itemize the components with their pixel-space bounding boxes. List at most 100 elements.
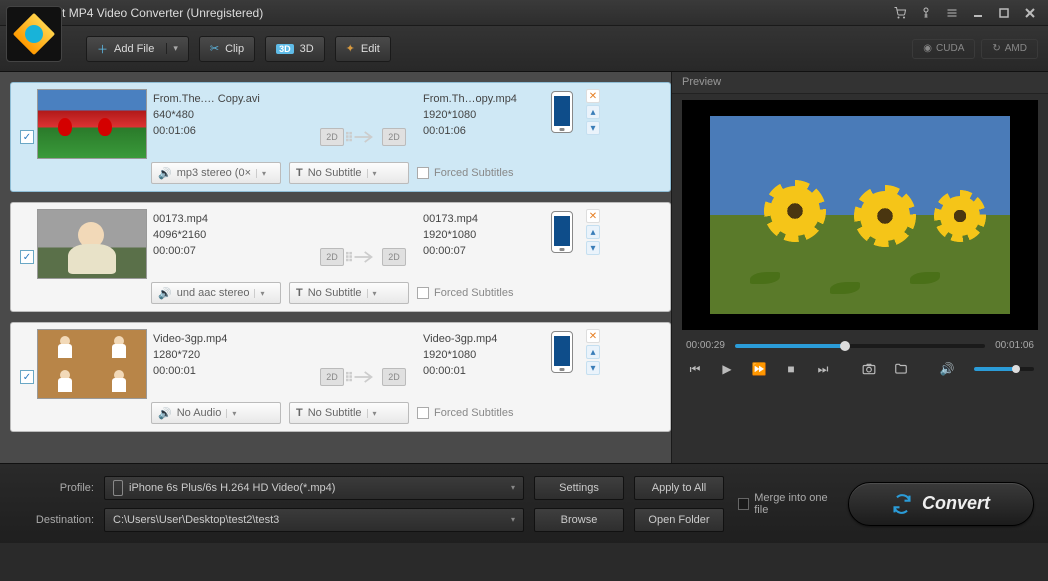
remove-item-button[interactable]: ✕ [586,209,600,223]
clip-button[interactable]: ✂ Clip [199,36,255,62]
scissors-icon: ✂ [210,42,219,55]
device-icon[interactable] [551,91,573,133]
audio-label: No Audio [177,407,222,419]
merge-check[interactable]: Merge into one file [738,492,838,516]
move-up-button[interactable]: ▴ [586,105,600,119]
three-d-label: 3D [300,43,314,55]
output-resolution: 1920*1080 [423,227,539,243]
cart-icon[interactable] [890,5,910,21]
chevron-down-icon: ▾ [256,169,266,178]
item-checkbox[interactable]: ✓ [20,130,34,144]
source-resolution: 4096*2160 [153,227,303,243]
remove-item-button[interactable]: ✕ [586,89,600,103]
file-item[interactable]: ✓ Video-3gp.mp4 1280*720 00:00:01 2D 2D … [10,322,671,432]
three-d-button[interactable]: 3D 3D [265,36,325,62]
amd-icon: ↻ [992,43,1000,54]
menu-icon[interactable] [942,5,962,21]
forced-label: Forced Subtitles [434,407,513,419]
profile-select[interactable]: iPhone 6s Plus/6s H.264 HD Video(*.mp4) … [104,476,524,500]
play-button[interactable]: ▶ [718,361,736,377]
move-up-button[interactable]: ▴ [586,345,600,359]
next-button[interactable]: ⏭ [814,361,832,377]
forced-subtitles-check[interactable]: Forced Subtitles [417,407,513,419]
browse-label: Browse [561,514,598,526]
chevron-down-icon[interactable]: ▾ [166,43,178,54]
apply-all-button[interactable]: Apply to All [634,476,724,500]
subtitle-select[interactable]: TNo Subtitle▾ [289,402,409,424]
move-down-button[interactable]: ▾ [586,241,600,255]
add-file-label: Add File [114,43,154,55]
checkbox-icon [417,407,429,419]
stop-button[interactable]: ■ [782,361,800,377]
seek-slider[interactable] [735,344,985,348]
open-folder-button[interactable]: Open Folder [634,508,724,532]
output-duration: 00:00:07 [423,243,539,259]
forced-subtitles-check[interactable]: Forced Subtitles [417,167,513,179]
fast-forward-button[interactable]: ⏩ [750,361,768,377]
subtitle-select[interactable]: TNo Subtitle▾ [289,282,409,304]
device-icon[interactable] [551,211,573,253]
cuda-label: CUDA [936,43,964,54]
snapshot-button[interactable] [860,361,878,377]
source-duration: 00:00:07 [153,243,303,259]
file-item[interactable]: ✓ From.The.… Copy.avi 640*480 00:01:06 2… [10,82,671,192]
output-filename: From.Th…opy.mp4 [423,91,539,107]
video-thumbnail[interactable] [37,89,147,159]
profile-label: Profile: [14,482,94,494]
apply-all-label: Apply to All [652,482,706,494]
audio-select[interactable]: 🔊und aac stereo▾ [151,282,281,304]
profile-value: iPhone 6s Plus/6s H.264 HD Video(*.mp4) [129,482,335,494]
text-icon: T [296,287,303,299]
chevron-down-icon: ▾ [511,515,515,524]
add-file-button[interactable]: ＋ Add File ▾ [86,36,189,62]
speaker-icon: 🔊 [158,167,172,180]
remove-item-button[interactable]: ✕ [586,329,600,343]
item-checkbox[interactable]: ✓ [20,250,34,264]
source-filename: 00173.mp4 [153,211,303,227]
folder-button[interactable] [892,361,910,377]
source-duration: 00:00:01 [153,363,303,379]
amd-chip: ↻ AMD [981,39,1038,59]
key-icon[interactable] [916,5,936,21]
close-icon[interactable] [1020,5,1040,21]
preview-label: Preview [672,72,1048,94]
audio-select[interactable]: 🔊mp3 stereo (0×▾ [151,162,281,184]
phone-icon [113,480,123,496]
browse-button[interactable]: Browse [534,508,624,532]
settings-button[interactable]: Settings [534,476,624,500]
prev-button[interactable]: ⏮ [686,361,704,377]
source-resolution: 640*480 [153,107,303,123]
edit-button[interactable]: ✦ Edit [335,36,391,62]
move-up-button[interactable]: ▴ [586,225,600,239]
settings-label: Settings [559,482,599,494]
open-folder-label: Open Folder [648,514,709,526]
maximize-icon[interactable] [994,5,1014,21]
video-thumbnail[interactable] [37,209,147,279]
three-d-icon: 3D [276,44,294,54]
audio-select[interactable]: 🔊No Audio▾ [151,402,281,424]
convert-button[interactable]: Convert [848,482,1034,526]
convert-label: Convert [922,493,990,514]
footer: Profile: iPhone 6s Plus/6s H.264 HD Vide… [0,463,1048,543]
forced-subtitles-check[interactable]: Forced Subtitles [417,287,513,299]
amd-label: AMD [1005,43,1027,54]
volume-icon[interactable]: 🔊 [938,361,956,377]
move-down-button[interactable]: ▾ [586,361,600,375]
nvidia-icon: ◉ [923,43,932,54]
current-time: 00:00:29 [686,340,725,351]
subtitle-label: No Subtitle [308,407,362,419]
toolbar: ＋ Add File ▾ ✂ Clip 3D 3D ✦ Edit ◉ CUDA ↻… [0,26,1048,72]
minimize-icon[interactable] [968,5,988,21]
merge-label: Merge into one file [754,492,838,516]
destination-select[interactable]: C:\Users\User\Desktop\test2\test3 ▾ [104,508,524,532]
cuda-chip: ◉ CUDA [912,39,975,59]
file-item[interactable]: ✓ 00173.mp4 4096*2160 00:00:07 2D 2D 001… [10,202,671,312]
output-format-badge: 2D [382,128,406,146]
item-checkbox[interactable]: ✓ [20,370,34,384]
preview-viewport[interactable] [682,100,1038,330]
video-thumbnail[interactable] [37,329,147,399]
move-down-button[interactable]: ▾ [586,121,600,135]
device-icon[interactable] [551,331,573,373]
subtitle-select[interactable]: TNo Subtitle▾ [289,162,409,184]
volume-slider[interactable] [974,367,1034,371]
